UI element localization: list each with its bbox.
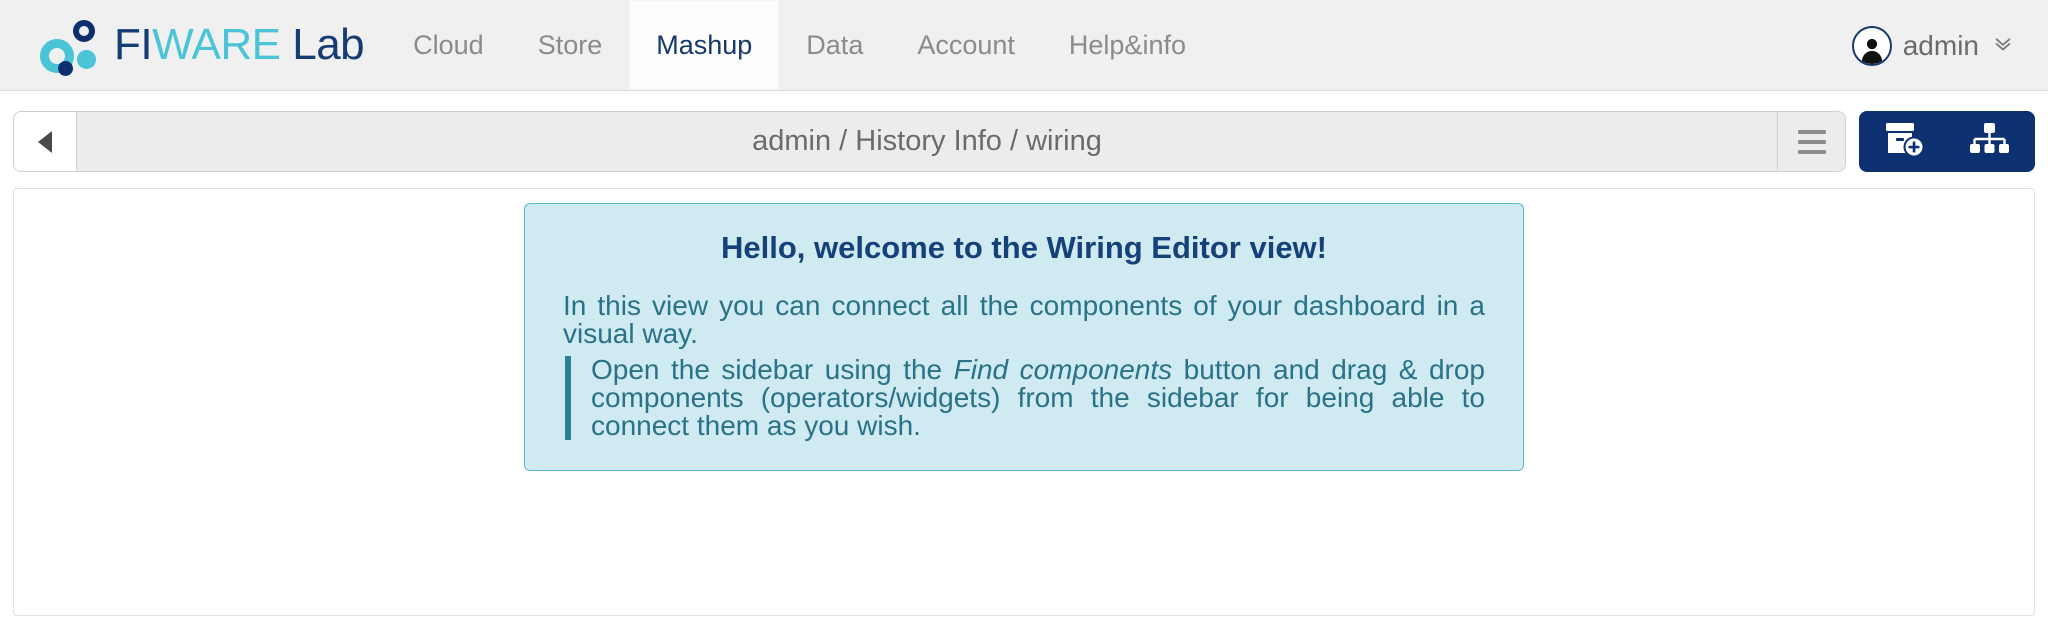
welcome-quote-before: Open the sidebar using the: [591, 354, 954, 385]
nav-item-account[interactable]: Account: [890, 0, 1042, 90]
wiring-editor-canvas[interactable]: Hello, welcome to the Wiring Editor view…: [13, 188, 2035, 616]
welcome-quote-text: Open the sidebar using the Find componen…: [591, 356, 1485, 440]
wiring-view-button[interactable]: [1961, 111, 2017, 172]
brand-wordmark-lab: Lab: [292, 20, 365, 69]
toolbar-breadcrumb-group: admin / History Info / wiring: [13, 111, 1846, 172]
brand-wordmark: FIWARE Lab: [114, 20, 365, 70]
sitemap-hierarchy-icon: [1969, 121, 2009, 162]
welcome-message-panel: Hello, welcome to the Wiring Editor view…: [524, 203, 1524, 471]
brand-wordmark-fi: FI: [114, 20, 153, 69]
welcome-quote: Open the sidebar using the Find componen…: [565, 356, 1485, 440]
logo-circle-navy-dot: [58, 61, 73, 76]
toolbar-action-group: [1859, 111, 2035, 172]
double-chevron-down-icon[interactable]: [1992, 32, 2014, 59]
user-name-label: admin: [1902, 29, 1979, 61]
welcome-paragraph-1: In this view you can connect all the com…: [563, 290, 1485, 349]
hamburger-menu-button[interactable]: [1777, 112, 1845, 171]
top-navigation-bar: FIWARE Lab Cloud Store Mashup Data Accou…: [0, 0, 2048, 91]
hamburger-menu-icon-line-1: [1797, 129, 1826, 134]
hamburger-menu-icon-line-2: [1797, 139, 1826, 144]
triangle-left-icon: [38, 130, 52, 153]
nav-item-helpandinfo[interactable]: Help&info: [1042, 0, 1213, 90]
brand-wordmark-re: RE: [220, 20, 281, 69]
create-workspace-button[interactable]: [1877, 111, 1933, 172]
back-button[interactable]: [14, 112, 77, 171]
user-avatar-icon: [1851, 25, 1892, 66]
welcome-quote-emphasis: Find components: [953, 354, 1173, 385]
breadcrumb[interactable]: admin / History Info / wiring: [77, 112, 1777, 171]
nav-item-mashup[interactable]: Mashup: [629, 0, 780, 90]
nav-item-cloud[interactable]: Cloud: [386, 0, 511, 90]
fiware-circles-logo-icon: [38, 17, 100, 76]
brand-wordmark-wa: WA: [152, 20, 221, 69]
hamburger-menu-icon-line-3: [1797, 149, 1826, 154]
brand-logo[interactable]: FIWARE Lab: [0, 0, 386, 90]
logo-circle-teal-dot: [77, 50, 96, 69]
main-navigation: Cloud Store Mashup Data Account Help&inf…: [386, 0, 1213, 90]
add-component-box-icon: [1884, 120, 1926, 163]
nav-item-store[interactable]: Store: [511, 0, 630, 90]
logo-circle-navy-ring: [73, 20, 95, 42]
welcome-title: Hello, welcome to the Wiring Editor view…: [720, 230, 1327, 265]
workspace-toolbar: admin / History Info / wiring: [0, 91, 2048, 172]
nav-item-data[interactable]: Data: [779, 0, 890, 90]
user-menu[interactable]: admin: [1851, 0, 2014, 91]
